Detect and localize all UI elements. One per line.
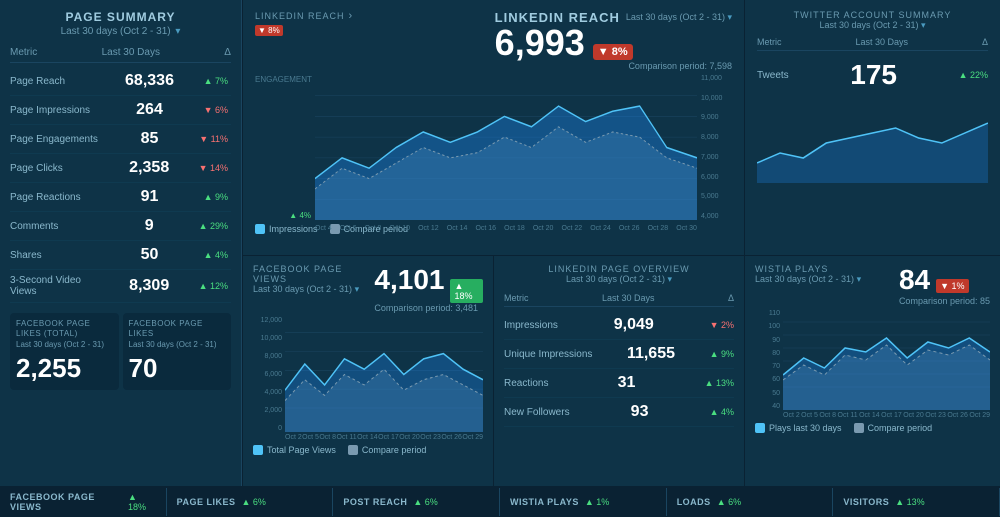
metric-row: Shares 50 ▲ 4% [10, 241, 231, 270]
fb-likes-title: FACEBOOK PAGE LIKES [129, 319, 226, 340]
strip-item: PAGE LIKES ▲ 6% [167, 488, 334, 516]
chevron-down-icon-tw[interactable]: ▾ [921, 20, 926, 30]
linkedin-reach-label-small: LINKEDIN REACH [255, 11, 345, 21]
wistia-plays-panel: WISTIA PLAYS Last 30 days (Oct 2 - 31) ▾… [745, 256, 1000, 486]
twitter-table-header: Metric Last 30 Days Δ [757, 37, 988, 51]
metric-row: Page Reactions 91 ▲ 9% [10, 183, 231, 212]
fb-likes-total-title: FACEBOOK PAGE LIKES (TOTAL) [16, 319, 113, 340]
chevron-down-icon-lr[interactable]: ▾ [727, 12, 732, 22]
bottom-strip: FACEBOOK PAGE VIEWS ▲ 18% PAGE LIKES ▲ 6… [0, 487, 1000, 517]
metric-row: Page Engagements 85 ▼ 11% [10, 125, 231, 154]
metrics-table: Metric Last 30 Days Δ Page Reach 68,336 … [10, 47, 231, 303]
facebook-views-panel: FACEBOOK PAGE VIEWS Last 30 days (Oct 2 … [243, 256, 493, 486]
strip-item: VISITORS ▲ 13% [833, 488, 1000, 516]
wistia-comparison: Comparison period: 85 [899, 296, 990, 306]
wistia-x-labels: Oct 2Oct 5Oct 8Oct 11Oct 14Oct 17Oct 20O… [783, 412, 990, 419]
fb-views-value: 4,101 [374, 264, 444, 296]
twitter-title: TWITTER ACCOUNT SUMMARY [757, 10, 988, 20]
page-summary-panel: PAGE SUMMARY Last 30 days (Oct 2 - 31) ▾… [0, 0, 242, 486]
fb-views-comparison: Comparison period: 3,481 [374, 303, 483, 313]
twitter-chart [757, 103, 988, 183]
strip-item: FACEBOOK PAGE VIEWS ▲ 18% [0, 488, 167, 516]
linkedin-reach-panel: LINKEDIN REACH › ▼ 8% LINKEDIN REACH Las… [243, 0, 744, 255]
fb-likes-total-card: FACEBOOK PAGE LIKES (TOTAL) Last 30 days… [10, 313, 119, 390]
linkedin-reach-header: LINKEDIN REACH › [255, 10, 352, 22]
chevron-down-icon-fb[interactable]: ▾ [355, 284, 360, 294]
bottom-strip-items: FACEBOOK PAGE VIEWS ▲ 18% PAGE LIKES ▲ 6… [0, 488, 1000, 516]
bottom-cards: FACEBOOK PAGE LIKES (TOTAL) Last 30 days… [10, 313, 231, 390]
strip-item: WISTIA PLAYS ▲ 1% [500, 488, 667, 516]
chevron-down-icon-lo[interactable]: ▾ [668, 274, 673, 284]
metric-row: Page Impressions 264 ▼ 6% [10, 96, 231, 125]
chevron-down-icon[interactable]: ▾ [175, 26, 180, 37]
twitter-summary-panel: TWITTER ACCOUNT SUMMARY Last 30 days (Oc… [745, 0, 1000, 255]
wistia-value: 84 [899, 264, 930, 296]
metric-row: Comments 9 ▲ 29% [10, 212, 231, 241]
strip-item: POST REACH ▲ 6% [333, 488, 500, 516]
metric-row: Page Reach 68,336 ▲ 7% [10, 67, 231, 96]
fb-views-delta: ▲ 18% [450, 279, 483, 303]
metrics-header: Metric Last 30 Days Δ [10, 47, 231, 63]
wistia-title: WISTIA PLAYS [755, 264, 861, 274]
linkedin-overview-panel: LINKEDIN PAGE OVERVIEW Last 30 days (Oct… [494, 256, 744, 486]
fb-x-labels: Oct 2Oct 5Oct 8Oct 11Oct 14Oct 17Oct 20O… [285, 434, 483, 441]
fb-legend: Total Page Views Compare period [253, 445, 483, 455]
page-summary-title: PAGE SUMMARY [10, 10, 231, 24]
linkedin-overview-table: Metric Last 30 Days Δ Impressions 9,049 … [504, 293, 734, 427]
overview-row: Impressions 9,049 ▼ 2% [504, 311, 734, 340]
chevron-right-icon[interactable]: › [349, 10, 353, 22]
linkedin-reach-chart [315, 75, 697, 220]
metric-row: Page Clicks 2,358 ▼ 14% [10, 154, 231, 183]
fb-likes-total-value: 2,255 [16, 353, 113, 384]
wistia-legend: Plays last 30 days Compare period [755, 423, 990, 433]
overview-row: Unique Impressions 11,655 ▲ 9% [504, 340, 734, 369]
dashboard: PAGE SUMMARY Last 30 days (Oct 2 - 31) ▾… [0, 0, 1000, 515]
linkedin-reach-delta: ▼ 8% [593, 44, 633, 60]
linkedin-reach-value: 6,993 [495, 25, 585, 61]
linkedin-x-labels: Oct 4Oct 6Oct 8Oct 10Oct 12Oct 14Oct 16O… [315, 225, 697, 232]
overview-row: New Followers 93 ▲ 4% [504, 398, 734, 427]
fb-views-title: FACEBOOK PAGE VIEWS [253, 264, 374, 284]
chevron-down-icon-wp[interactable]: ▾ [857, 274, 862, 284]
fb-views-chart [285, 317, 483, 432]
twitter-tweets-row: Tweets 175 ▲ 22% [757, 55, 988, 95]
strip-item: LOADS ▲ 6% [667, 488, 834, 516]
wistia-delta: ▼ 1% [936, 279, 968, 293]
linkedin-overview-title: LINKEDIN PAGE OVERVIEW [504, 264, 734, 274]
wistia-chart [783, 310, 990, 410]
metric-row: 3-Second Video Views 8,309 ▲ 12% [10, 270, 231, 303]
fb-likes-card: FACEBOOK PAGE LIKES Last 30 days (Oct 2 … [123, 313, 232, 390]
fb-likes-value: 70 [129, 353, 226, 384]
page-summary-subtitle[interactable]: Last 30 days (Oct 2 - 31) ▾ [10, 26, 231, 37]
overview-row: Reactions 31 ▲ 13% [504, 369, 734, 398]
linkedin-overview-header: Metric Last 30 Days Δ [504, 293, 734, 307]
twitter-table: Metric Last 30 Days Δ Tweets 175 ▲ 22% [757, 37, 988, 95]
